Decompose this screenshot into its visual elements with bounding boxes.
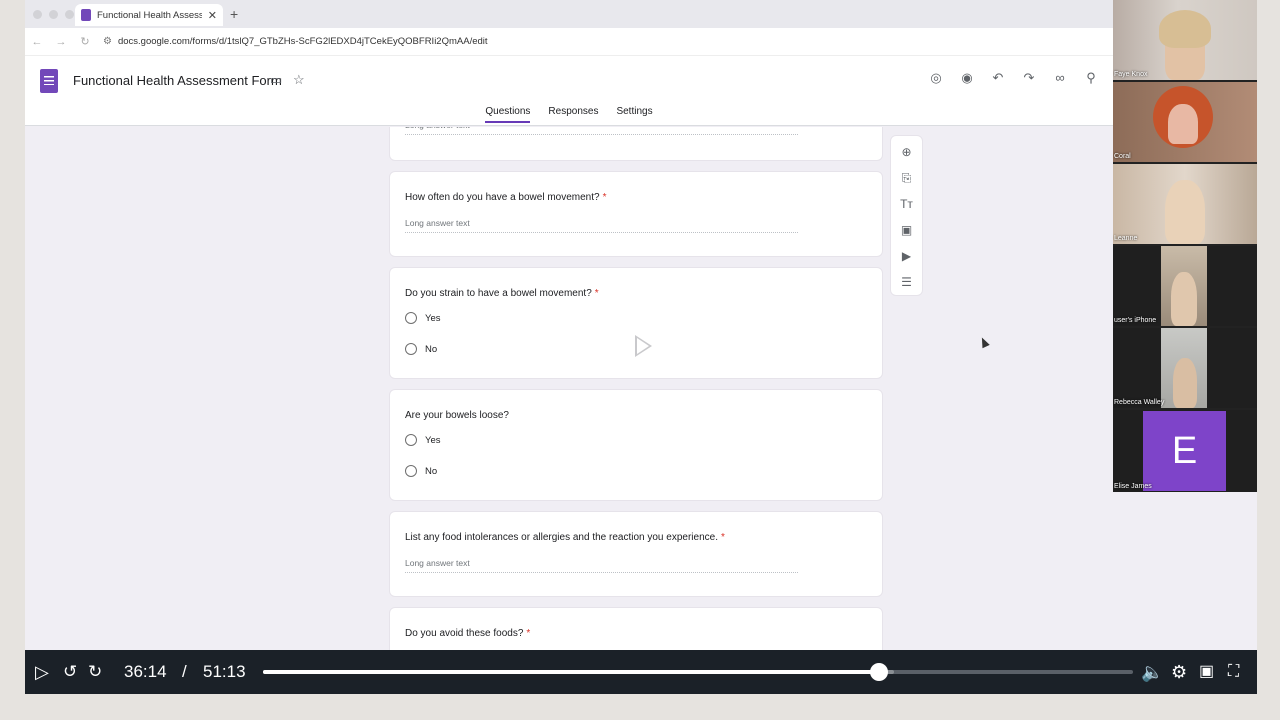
time-separator: / xyxy=(182,662,187,681)
participant-tile[interactable]: Faye Knox xyxy=(1113,0,1257,80)
forms-favicon-icon xyxy=(81,9,91,21)
video-controls: ▷ ↺ ↻ 36:14 / 51:13 🔈 ⚙ ▣ ⛶ xyxy=(25,650,1257,694)
redo-icon[interactable]: ↷ xyxy=(1021,70,1037,86)
participant-video xyxy=(1173,358,1197,408)
participant-name: Coral xyxy=(1114,153,1131,160)
participant-panel: Faye Knox Coral Leanne user's iPhone Reb… xyxy=(1113,0,1257,492)
form-canvas: Long answer text How often do you have a… xyxy=(25,127,1113,650)
picture-in-picture-icon[interactable]: ▣ xyxy=(1199,661,1214,683)
back-icon[interactable]: ← xyxy=(25,36,49,48)
long-answer-field[interactable]: Long answer text xyxy=(405,218,798,233)
tab-settings[interactable]: Settings xyxy=(616,106,652,123)
participant-tile[interactable]: E Elise James xyxy=(1113,410,1257,492)
site-info-icon[interactable]: ⚙ xyxy=(103,36,112,47)
participant-name: Elise James xyxy=(1114,483,1152,490)
question-card[interactable]: How often do you have a bowel movement? *… xyxy=(389,171,883,257)
google-forms-logo-icon[interactable] xyxy=(40,69,58,93)
window-controls[interactable] xyxy=(33,10,74,19)
question-card[interactable]: List any food intolerances or allergies … xyxy=(389,511,883,597)
total-time: 51:13 xyxy=(203,662,246,681)
avatar: E xyxy=(1143,411,1226,491)
question-card[interactable]: Long answer text xyxy=(389,127,883,161)
tab-responses[interactable]: Responses xyxy=(548,106,598,123)
add-section-icon[interactable]: ☰ xyxy=(901,273,912,291)
long-answer-field[interactable]: Long answer text xyxy=(405,127,798,135)
participant-tile[interactable]: Rebecca Walley xyxy=(1113,328,1257,408)
radio-button[interactable] xyxy=(405,434,417,446)
participant-video xyxy=(1165,180,1205,244)
address-bar: ← → ↻ ⚙ docs.google.com/forms/d/1tslQ7_G… xyxy=(25,28,1113,56)
add-collaborator-icon[interactable]: ⚲ xyxy=(1083,70,1099,86)
question-title: Do you avoid these foods? * xyxy=(405,628,531,639)
palette-icon[interactable]: ◎ xyxy=(928,70,944,86)
participant-name: Faye Knox xyxy=(1114,71,1148,78)
mouse-cursor-icon xyxy=(978,335,990,349)
radio-button[interactable] xyxy=(405,312,417,324)
add-question-icon[interactable]: ⊕ xyxy=(901,143,911,161)
star-icon[interactable]: ☆ xyxy=(293,72,305,88)
add-video-icon[interactable]: ▶ xyxy=(902,247,911,265)
question-card[interactable]: Do you strain to have a bowel movement? *… xyxy=(389,267,883,379)
long-answer-field[interactable]: Long answer text xyxy=(405,558,798,573)
participant-tile[interactable]: Coral xyxy=(1113,82,1257,162)
question-card[interactable]: Are your bowels loose? Yes No xyxy=(389,389,883,501)
radio-option-no[interactable]: No xyxy=(405,465,437,477)
rewind-10-icon[interactable]: ↺ xyxy=(63,661,77,683)
participant-video xyxy=(1171,272,1197,326)
close-tab-icon[interactable]: ✕ xyxy=(208,9,217,22)
forward-10-icon[interactable]: ↻ xyxy=(88,661,102,683)
reload-icon[interactable]: ↻ xyxy=(73,35,97,48)
import-questions-icon[interactable]: ⎘ xyxy=(902,169,912,187)
browser-tab-bar: Functional Health Assessment Form ✕ + xyxy=(25,0,1113,28)
participant-name: Leanne xyxy=(1114,235,1138,242)
radio-option-yes[interactable]: Yes xyxy=(405,434,441,446)
browser-tab[interactable]: Functional Health Assessment Form ✕ xyxy=(75,4,223,26)
question-side-toolbar: ⊕ ⎘ Tт ▣ ▶ ☰ xyxy=(890,135,923,296)
question-title: List any food intolerances or allergies … xyxy=(405,532,725,543)
form-title[interactable]: Functional Health Assessment Form xyxy=(73,73,282,88)
forms-header: Functional Health Assessment Form ▭ ☆ ◎ … xyxy=(25,56,1113,126)
add-title-icon[interactable]: Tт xyxy=(900,195,913,213)
radio-option-no[interactable]: No xyxy=(405,343,437,355)
participant-tile[interactable]: Leanne xyxy=(1113,164,1257,244)
question-title: Are your bowels loose? xyxy=(405,410,509,421)
form-tabs: Questions Responses Settings xyxy=(25,106,1113,123)
play-icon[interactable]: ▷ xyxy=(35,661,49,683)
participant-name: user's iPhone xyxy=(1114,317,1157,324)
question-title: Do you strain to have a bowel movement? * xyxy=(405,288,599,299)
current-time: 36:14 xyxy=(124,662,167,681)
settings-gear-icon[interactable]: ⚙ xyxy=(1171,661,1187,683)
play-overlay-icon[interactable] xyxy=(635,335,652,357)
played-range xyxy=(263,670,879,674)
video-frame: Functional Health Assessment Form ✕ + ← … xyxy=(25,0,1257,694)
tab-title: Functional Health Assessment Form xyxy=(97,9,202,21)
seek-bar[interactable] xyxy=(263,663,1133,681)
participant-tile[interactable]: user's iPhone xyxy=(1113,246,1257,326)
folder-icon[interactable]: ▭ xyxy=(270,72,282,88)
radio-option-yes[interactable]: Yes xyxy=(405,312,441,324)
preview-eye-icon[interactable]: ◉ xyxy=(959,70,975,86)
seek-handle[interactable] xyxy=(869,663,888,681)
participant-video xyxy=(1168,104,1198,144)
volume-icon[interactable]: 🔈 xyxy=(1141,661,1163,683)
header-actions: ◎ ◉ ↶ ↷ ∞ ⚲ xyxy=(928,70,1099,86)
undo-icon[interactable]: ↶ xyxy=(990,70,1006,86)
participant-name: Rebecca Walley xyxy=(1114,399,1165,406)
question-title: How often do you have a bowel movement? * xyxy=(405,192,607,203)
link-icon[interactable]: ∞ xyxy=(1052,70,1068,86)
radio-button[interactable] xyxy=(405,343,417,355)
tab-questions[interactable]: Questions xyxy=(485,106,531,123)
url-text[interactable]: docs.google.com/forms/d/1tslQ7_GTbZHs-Sc… xyxy=(118,36,488,47)
radio-button[interactable] xyxy=(405,465,417,477)
question-card[interactable]: Do you avoid these foods? * xyxy=(389,607,883,650)
new-tab-icon[interactable]: + xyxy=(230,6,238,22)
add-image-icon[interactable]: ▣ xyxy=(901,221,912,239)
forward-icon[interactable]: → xyxy=(49,36,73,48)
participant-video xyxy=(1159,10,1211,48)
fullscreen-icon[interactable]: ⛶ xyxy=(1228,661,1239,683)
